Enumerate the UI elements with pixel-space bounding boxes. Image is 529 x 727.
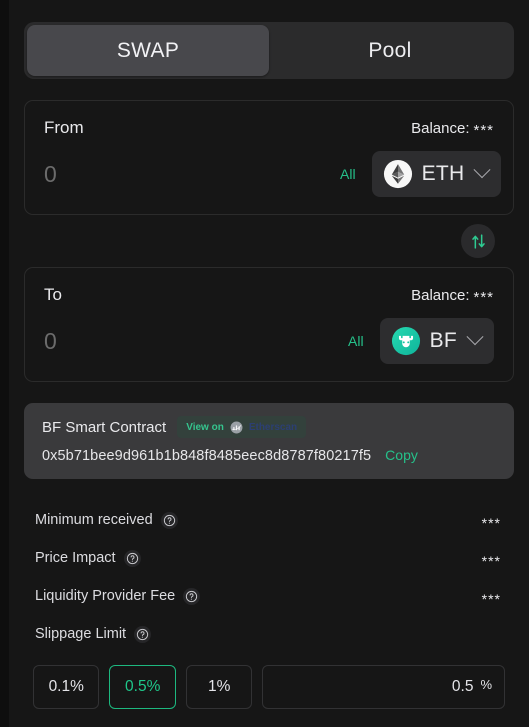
- etherscan-icon: [230, 421, 243, 433]
- help-icon[interactable]: [134, 625, 152, 643]
- from-token-symbol: ETH: [421, 162, 465, 185]
- contract-header: BF Smart Contract View on Etherscan: [42, 416, 496, 438]
- from-token-selector[interactable]: ETH: [371, 151, 502, 197]
- to-input-row: All BF: [44, 318, 494, 364]
- tab-pool[interactable]: Pool: [269, 25, 511, 76]
- from-balance-value: ***: [473, 121, 494, 139]
- from-balance-label: Balance:: [411, 119, 470, 137]
- help-icon[interactable]: [123, 549, 141, 567]
- detail-row-slippage-limit: Slippage Limit: [24, 615, 514, 653]
- to-balance-label: Balance:: [411, 286, 470, 304]
- slippage-option-0[interactable]: 0.1%: [33, 665, 100, 709]
- view-on-label: View on: [186, 421, 224, 433]
- slippage-option-1[interactable]: 0.5%: [109, 665, 176, 709]
- minimum-received-value: ***: [481, 515, 501, 531]
- slippage-options: 0.1% 0.5% 1% %: [24, 665, 514, 709]
- liquidity-provider-fee-value: ***: [481, 591, 501, 607]
- detail-row-price-impact: Price Impact ***: [24, 539, 514, 577]
- contract-address-row: 0x5b71bee9d961b1b848f8485eec8d8787f80217…: [42, 447, 496, 464]
- from-amount-input[interactable]: [44, 160, 340, 188]
- help-icon[interactable]: [160, 511, 178, 529]
- liquidity-provider-fee-label: Liquidity Provider Fee: [35, 588, 176, 604]
- contract-title: BF Smart Contract: [42, 418, 167, 436]
- from-input-row: All ETH: [44, 151, 502, 197]
- to-balance: Balance: ***: [411, 286, 494, 306]
- copy-address-button[interactable]: Copy: [385, 447, 418, 463]
- price-impact-label: Price Impact: [35, 550, 116, 566]
- contract-card: BF Smart Contract View on Etherscan 0x5b…: [24, 403, 514, 479]
- from-all-button[interactable]: All: [340, 166, 356, 182]
- from-balance: Balance: ***: [411, 119, 494, 139]
- to-token-selector[interactable]: BF: [379, 318, 494, 364]
- swap-details: Minimum received *** Price Impact *** Li…: [24, 501, 514, 653]
- from-panel: From Balance: *** All: [24, 100, 514, 215]
- to-balance-value: ***: [473, 288, 494, 306]
- price-impact-value: ***: [481, 553, 501, 569]
- swap-app: SWAP Pool From Balance: *** All: [0, 0, 529, 727]
- etherscan-label: Etherscan: [248, 421, 298, 433]
- ethereum-icon: [383, 159, 412, 189]
- chevron-down-icon: [473, 161, 491, 179]
- slippage-option-2[interactable]: 1%: [185, 665, 253, 709]
- chevron-down-icon: [466, 328, 484, 346]
- view-on-etherscan-button[interactable]: View on Etherscan: [177, 416, 307, 438]
- to-all-button[interactable]: All: [348, 333, 364, 349]
- from-label: From: [44, 118, 84, 137]
- tab-swap[interactable]: SWAP: [27, 25, 269, 76]
- percent-symbol: %: [480, 676, 493, 692]
- to-amount-input[interactable]: [44, 327, 348, 355]
- detail-row-minimum-received: Minimum received ***: [24, 501, 514, 539]
- to-token-symbol: BF: [429, 329, 457, 352]
- bullfinch-icon: [391, 326, 420, 356]
- from-panel-header: From Balance: ***: [44, 117, 494, 139]
- app-content: SWAP Pool From Balance: *** All: [9, 0, 529, 709]
- to-panel-header: To Balance: ***: [44, 284, 494, 306]
- slippage-custom-input[interactable]: [273, 678, 474, 696]
- swap-toggle-row: [24, 224, 514, 258]
- to-label: To: [44, 285, 62, 304]
- help-icon[interactable]: [183, 587, 201, 605]
- page-edge-strip: [0, 0, 9, 727]
- minimum-received-label: Minimum received: [35, 512, 153, 528]
- swap-vertical-icon: [471, 233, 485, 249]
- swap-direction-button[interactable]: [461, 224, 495, 258]
- detail-row-liquidity-provider-fee: Liquidity Provider Fee ***: [24, 577, 514, 615]
- contract-address: 0x5b71bee9d961b1b848f8485eec8d8787f80217…: [42, 448, 372, 464]
- slippage-limit-label: Slippage Limit: [35, 626, 127, 642]
- mode-tabs: SWAP Pool: [24, 22, 514, 79]
- slippage-custom-field[interactable]: %: [262, 665, 506, 709]
- to-panel: To Balance: *** All: [24, 267, 514, 382]
